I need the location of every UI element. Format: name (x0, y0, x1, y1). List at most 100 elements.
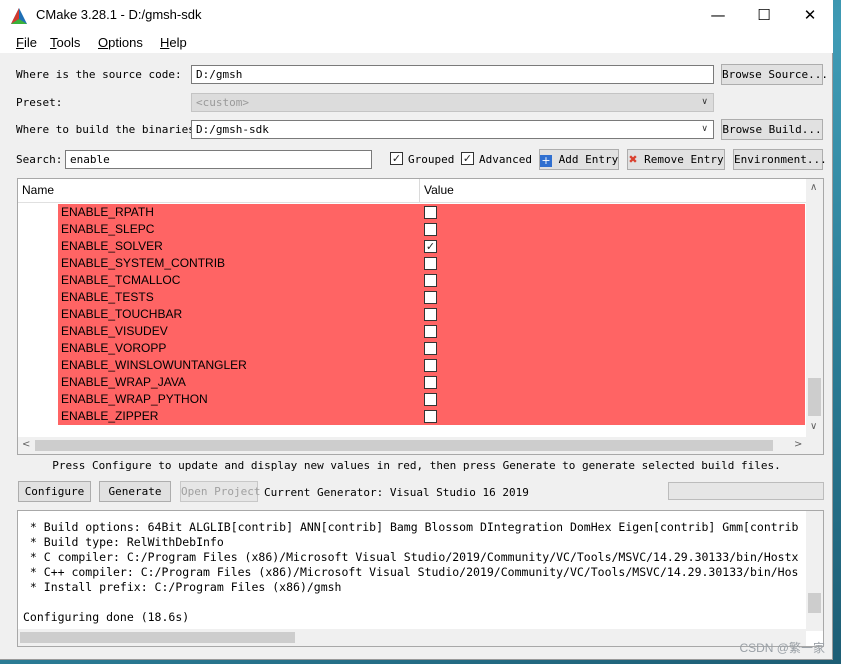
cache-entry-checkbox[interactable] (424, 308, 437, 321)
scroll-up-icon[interactable]: ∧ (810, 182, 817, 193)
cache-entry-checkbox[interactable] (424, 393, 437, 406)
cache-entry-checkbox[interactable] (424, 342, 437, 355)
table-row[interactable]: ENABLE_TOUCHBAR (58, 306, 805, 323)
horizontal-scroll-thumb[interactable] (35, 440, 773, 451)
table-row[interactable]: ENABLE_TESTS (58, 289, 805, 306)
environment-button[interactable]: Environment... (733, 149, 827, 170)
table-row[interactable]: ENABLE_WRAP_JAVA (58, 374, 805, 391)
table-row[interactable]: ENABLE_SYSTEM_CONTRIB (58, 255, 805, 272)
cache-entry-name: ENABLE_VISUDEV (61, 324, 168, 338)
title-bar: CMake 3.28.1 - D:/gmsh-sdk — ☐ ✕ (0, 0, 833, 31)
output-vertical-scroll-thumb[interactable] (808, 593, 821, 613)
output-log[interactable]: * Build options: 64Bit ALGLIB[contrib] A… (17, 510, 824, 647)
generate-button[interactable]: Generate (99, 481, 171, 502)
scroll-left-icon[interactable]: < (22, 439, 30, 450)
cache-entry-name: ENABLE_SYSTEM_CONTRIB (61, 256, 226, 270)
cache-entry-name: ENABLE_WRAP_PYTHON (61, 392, 208, 406)
horizontal-scrollbar[interactable]: < > (18, 437, 806, 454)
menu-options[interactable]: Options (98, 35, 143, 50)
cache-entry-checkbox[interactable]: ✓ (424, 240, 437, 253)
table-row[interactable]: ENABLE_WRAP_PYTHON (58, 391, 805, 408)
configure-button[interactable]: Configure (18, 481, 91, 502)
vertical-scroll-thumb[interactable] (808, 378, 821, 416)
table-row[interactable]: ENABLE_SOLVER ✓ (58, 238, 805, 255)
cache-entry-name: ENABLE_WRAP_JAVA (61, 375, 186, 389)
window-title: CMake 3.28.1 - D:/gmsh-sdk (36, 7, 202, 22)
cache-entry-checkbox[interactable] (424, 223, 437, 236)
table-row[interactable]: ENABLE_TCMALLOC (58, 272, 805, 289)
table-row[interactable]: ENABLE_RPATH (58, 204, 805, 221)
output-line: * Build options: 64Bit ALGLIB[contrib] A… (23, 520, 799, 534)
grouped-checkbox[interactable]: ✓ (390, 152, 403, 165)
cache-entry-name: ENABLE_ZIPPER (61, 409, 159, 423)
output-vertical-scrollbar[interactable] (806, 511, 823, 631)
cache-entry-name: ENABLE_TCMALLOC (61, 273, 181, 287)
output-line: Configuring done (18.6s) (23, 610, 190, 624)
vertical-scrollbar[interactable]: ∧ ∨ (806, 179, 823, 437)
table-row[interactable]: ENABLE_WINSLOWUNTANGLER (58, 357, 805, 374)
source-label: Where is the source code: (16, 68, 182, 81)
table-row[interactable]: ENABLE_ZIPPER (58, 408, 805, 425)
cache-table: Name Value ENABLE_RPATH ENABLE_SLEPC ENABL… (17, 178, 824, 455)
search-label: Search: (16, 153, 63, 166)
current-generator-label: Current Generator: Visual Studio 16 2019 (264, 486, 529, 499)
menu-help[interactable]: Help (160, 35, 187, 50)
column-name-header[interactable]: Name (22, 183, 54, 197)
remove-x-icon: ✖ (628, 153, 638, 166)
cache-entry-checkbox[interactable] (424, 376, 437, 389)
open-project-button: Open Project (180, 481, 260, 502)
browse-source-button[interactable]: Browse Source... (721, 64, 828, 85)
cache-entry-name: ENABLE_TESTS (61, 290, 154, 304)
configure-hint: Press Configure to update and display ne… (52, 459, 781, 472)
cache-entry-name: ENABLE_RPATH (61, 205, 154, 219)
cmake-logo-icon (11, 8, 27, 24)
preset-select: <custom> ∨ (191, 93, 714, 112)
scroll-down-icon[interactable]: ∨ (810, 421, 817, 432)
browse-build-button[interactable]: Browse Build... (721, 119, 823, 140)
remove-entry-button[interactable]: ✖ Remove Entry (627, 149, 725, 170)
chevron-down-icon[interactable]: ∨ (701, 121, 708, 138)
add-entry-button[interactable]: + Add Entry (539, 149, 619, 170)
scroll-right-icon[interactable]: > (794, 439, 802, 450)
cache-entry-name: ENABLE_WINSLOWUNTANGLER (61, 358, 247, 372)
watermark-text: CSDN @繁一家 (739, 641, 825, 655)
progress-bar (668, 482, 824, 500)
maximize-icon[interactable]: ☐ (741, 0, 787, 31)
table-row[interactable]: ENABLE_VISUDEV (58, 323, 805, 340)
output-line: * Install prefix: C:/Program Files (x86)… (23, 580, 342, 594)
output-horizontal-scrollbar[interactable] (18, 629, 806, 646)
cache-entry-checkbox[interactable] (424, 274, 437, 287)
menu-file[interactable]: File (16, 35, 37, 50)
minimize-icon[interactable]: — (695, 0, 741, 31)
cache-rows: ENABLE_RPATH ENABLE_SLEPC ENABLE_SOLVER ✓ EN… (58, 204, 805, 425)
source-path-input[interactable]: D:/gmsh (191, 65, 714, 84)
chevron-down-icon: ∨ (701, 97, 708, 107)
output-line: * Build type: RelWithDebInfo (23, 535, 224, 549)
scroll-corner (806, 437, 823, 454)
search-input[interactable]: enable (65, 150, 372, 169)
cache-entry-name: ENABLE_TOUCHBAR (61, 307, 183, 321)
table-header: Name Value (18, 179, 806, 203)
plus-icon: + (540, 154, 552, 167)
column-value-header[interactable]: Value (424, 183, 454, 197)
build-path-combo[interactable]: D:/gmsh-sdk ∨ (191, 120, 714, 139)
cache-entry-checkbox[interactable] (424, 359, 437, 372)
build-label: Where to build the binaries: (16, 123, 202, 136)
table-row[interactable]: ENABLE_SLEPC (58, 221, 805, 238)
table-row[interactable]: ENABLE_VOROPP (58, 340, 805, 357)
cache-entry-checkbox[interactable] (424, 410, 437, 423)
cache-entry-checkbox[interactable] (424, 325, 437, 338)
output-line: * C++ compiler: C:/Program Files (x86)/M… (23, 565, 799, 579)
cache-entry-checkbox[interactable] (424, 206, 437, 219)
cache-entry-checkbox[interactable] (424, 291, 437, 304)
cache-entry-name: ENABLE_SLEPC (61, 222, 155, 236)
close-icon[interactable]: ✕ (787, 0, 833, 31)
cache-entry-checkbox[interactable] (424, 257, 437, 270)
preset-value: <custom> (196, 96, 249, 109)
menu-tools[interactable]: Tools (50, 35, 80, 50)
advanced-checkbox[interactable]: ✓ (461, 152, 474, 165)
output-line: * C compiler: C:/Program Files (x86)/Mic… (23, 550, 799, 564)
output-horizontal-scroll-thumb[interactable] (20, 632, 295, 643)
menu-bar: File Tools Options Help (0, 31, 833, 53)
column-separator (419, 179, 420, 202)
